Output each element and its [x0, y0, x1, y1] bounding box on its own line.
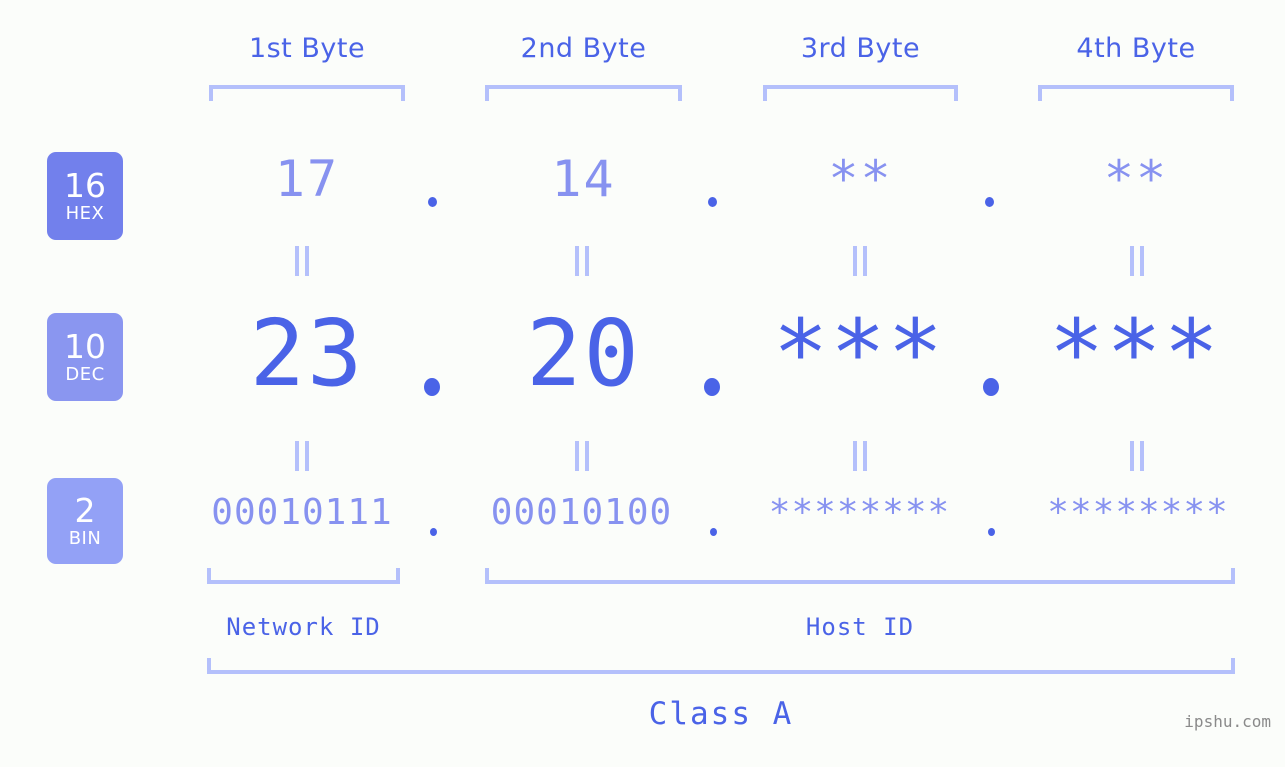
dec-separator-3 [983, 378, 999, 396]
dec-separator-1 [424, 378, 440, 396]
base-badge-hex: 16 HEX [47, 152, 123, 240]
network-id-label: Network ID [226, 613, 381, 641]
class-bracket [207, 658, 1235, 674]
hex-octet-1: 17 [274, 150, 340, 208]
base-badge-hex-name: HEX [65, 203, 105, 224]
byte-header-3: 3rd Byte [800, 33, 921, 64]
host-id-bracket [485, 568, 1235, 584]
class-label: Class A [648, 696, 794, 732]
dec-separator-2 [704, 378, 720, 396]
equals-connector-hex-dec-1 [291, 246, 313, 276]
hex-octet-4: ** [1103, 150, 1169, 208]
bin-octet-4: ******** [1047, 492, 1229, 533]
byte-bracket-2 [485, 85, 682, 101]
dec-octet-1: 23 [249, 300, 365, 407]
base-badge-dec-number: 10 [64, 327, 106, 366]
bin-separator-1 [430, 528, 437, 536]
base-badge-bin: 2 BIN [47, 478, 123, 564]
equals-connector-dec-bin-1 [291, 441, 313, 471]
equals-connector-hex-dec-4 [1126, 246, 1148, 276]
base-badge-dec: 10 DEC [47, 313, 123, 401]
byte-header-2: 2nd Byte [520, 33, 647, 64]
base-badge-bin-name: BIN [68, 528, 102, 549]
hex-octet-2: 14 [551, 150, 616, 208]
equals-connector-hex-dec-3 [849, 246, 871, 276]
byte-bracket-1 [209, 85, 405, 101]
byte-bracket-4 [1038, 85, 1234, 101]
base-badge-bin-number: 2 [74, 491, 96, 530]
equals-connector-hex-dec-2 [571, 246, 593, 276]
base-badge-dec-name: DEC [65, 364, 105, 385]
hex-separator-3 [985, 197, 994, 207]
hex-separator-1 [428, 197, 437, 207]
watermark: ipshu.com [1184, 712, 1271, 731]
equals-connector-dec-bin-3 [849, 441, 871, 471]
dec-octet-2: 20 [526, 300, 641, 407]
bin-octet-2: 00010100 [490, 492, 673, 533]
dec-octet-4: *** [1048, 300, 1222, 407]
byte-header-1: 1st Byte [248, 33, 366, 64]
host-id-label: Host ID [805, 613, 915, 641]
hex-separator-2 [708, 197, 717, 207]
bin-octet-3: ******** [768, 492, 951, 533]
byte-bracket-3 [763, 85, 958, 101]
bin-separator-2 [710, 528, 717, 536]
hex-octet-3: ** [828, 150, 893, 208]
ip-address-breakdown-diagram: 1st Byte 2nd Byte 3rd Byte 4th Byte 16 H… [0, 0, 1285, 767]
dec-octet-3: *** [772, 300, 946, 407]
bin-separator-3 [988, 528, 995, 536]
equals-connector-dec-bin-4 [1126, 441, 1148, 471]
equals-connector-dec-bin-2 [571, 441, 593, 471]
bin-octet-1: 00010111 [211, 492, 393, 533]
base-badge-hex-number: 16 [64, 166, 106, 205]
byte-header-4: 4th Byte [1076, 33, 1196, 64]
network-id-bracket [207, 568, 400, 584]
